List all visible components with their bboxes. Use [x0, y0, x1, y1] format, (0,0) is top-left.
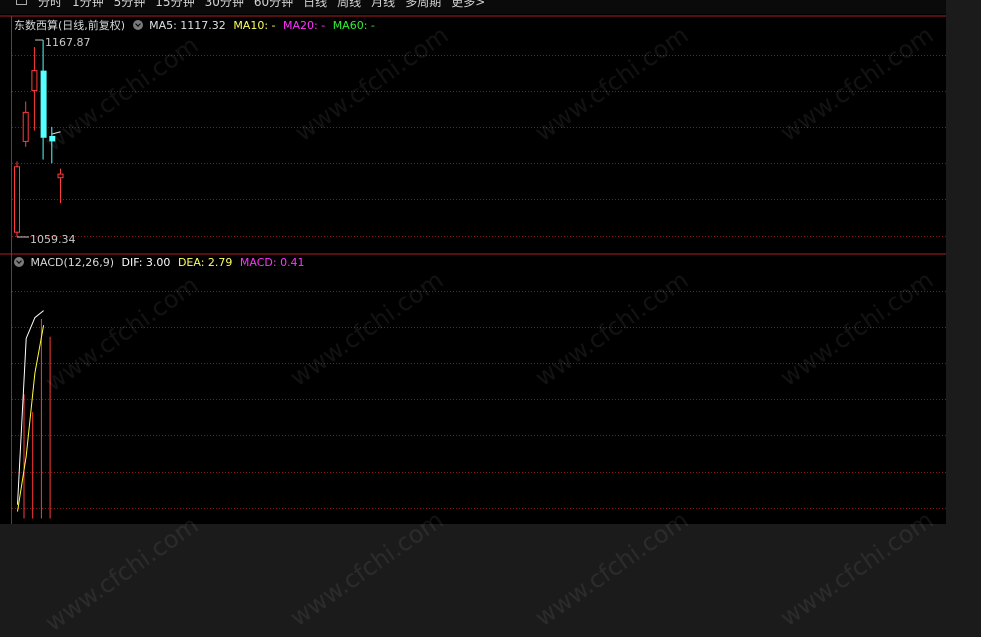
- macd-legend: MACD(12,26,9) DIF: 3.00 DEA: 2.79 MACD: …: [14, 256, 305, 270]
- dea-line: [17, 325, 45, 512]
- watermark-text: www.cfchi.com: [285, 505, 449, 632]
- period-tab[interactable]: 5分钟: [114, 0, 146, 9]
- price-legend: 东数西算(日线,前复权) MA5: 1117.32 MA10: - MA20: …: [14, 19, 375, 33]
- period-tab[interactable]: 周线: [337, 0, 361, 9]
- candle-body: [31, 70, 38, 92]
- dea-label: DEA: 2.79: [177, 256, 233, 269]
- ma20-label: MA20: -: [283, 19, 326, 32]
- grid-lines: [0, 15, 946, 524]
- watermark-text: www.cfchi.com: [530, 505, 694, 632]
- period-tab[interactable]: 日线: [303, 0, 327, 9]
- period-tab[interactable]: 月线: [371, 0, 395, 9]
- watermark-text: www.cfchi.com: [775, 505, 939, 632]
- candles: [14, 39, 64, 238]
- period-tab[interactable]: 分时: [38, 0, 62, 9]
- high-price-label: 1167.87: [45, 36, 91, 49]
- period-tab[interactable]: 1分钟: [72, 0, 104, 9]
- period-tab[interactable]: 更多>: [451, 0, 485, 9]
- period-tabs: 分时 1分钟 5分钟 15分钟 30分钟 60分钟 日线 周线 月线 多周期 更多>: [38, 0, 495, 10]
- ma10-label: MA10: -: [233, 19, 276, 32]
- low-price-label: 1059.34: [30, 233, 76, 246]
- chart-area: 东数西算(日线,前复权) MA5: 1117.32 MA10: - MA20: …: [0, 14, 946, 637]
- macd-name: MACD(12,26,9): [30, 256, 115, 269]
- chevron-down-icon[interactable]: [132, 20, 143, 30]
- candle-body: [14, 166, 20, 233]
- period-tab[interactable]: 15分钟: [155, 0, 194, 9]
- dif-label: DIF: 3.00: [121, 256, 171, 269]
- stock-label: 东数西算(日线,前复权): [14, 19, 126, 32]
- candle-body: [49, 135, 56, 142]
- candle-body: [40, 70, 47, 138]
- period-toolbar: 分时 1分钟 5分钟 15分钟 30分钟 60分钟 日线 周线 月线 多周期 更多>: [0, 0, 946, 14]
- period-tab[interactable]: 多周期: [405, 0, 441, 9]
- candle-body: [57, 173, 64, 179]
- menu-icon[interactable]: [16, 0, 27, 5]
- chevron-down-icon[interactable]: [14, 257, 24, 267]
- macd-value-label: MACD: 0.41: [239, 256, 305, 269]
- ma5-line: [51, 131, 61, 135]
- period-tab[interactable]: 30分钟: [205, 0, 244, 9]
- watermark-text: www.cfchi.com: [40, 510, 204, 637]
- ma5-label: MA5: 1117.32: [149, 19, 226, 32]
- dif-line: [17, 310, 44, 505]
- macd-lines: [17, 310, 51, 519]
- candle-body: [22, 111, 29, 142]
- ma60-label: MA60: -: [332, 19, 375, 32]
- period-tab[interactable]: 60分钟: [254, 0, 293, 9]
